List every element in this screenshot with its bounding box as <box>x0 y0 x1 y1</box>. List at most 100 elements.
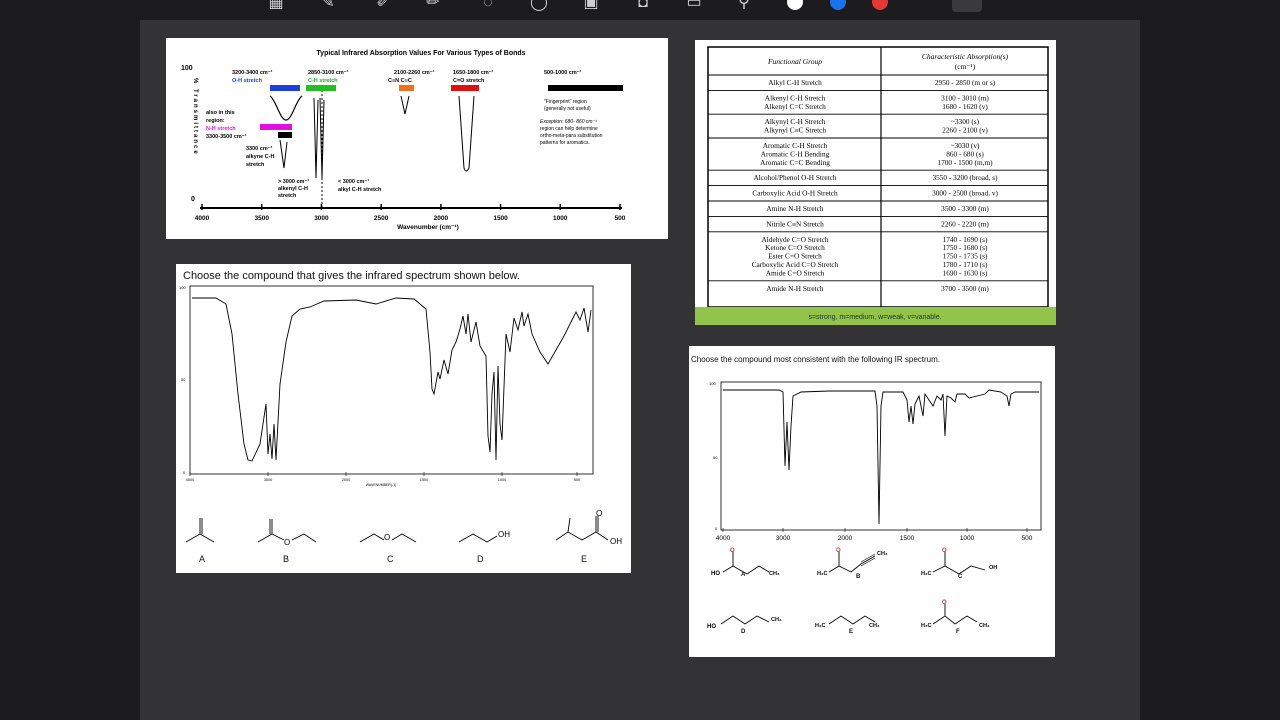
option-b-structure[interactable]: O <box>257 519 317 547</box>
table-footer: s=strong, m=medium, w=weak, v=variable. <box>808 314 941 321</box>
highlighter-icon[interactable]: ✏ <box>422 0 444 14</box>
lasso-icon[interactable]: ◌ <box>477 0 499 14</box>
svg-text:O: O <box>836 548 841 554</box>
option-e-label[interactable]: E <box>581 554 587 564</box>
table-header-group: Functional Group <box>767 57 822 66</box>
image-icon[interactable]: ▣ <box>580 0 602 14</box>
svg-text:O: O <box>384 533 390 542</box>
also1: also in this <box>206 110 235 116</box>
ch-label: C-H stretch <box>308 78 338 84</box>
x-tick-label: 3500 <box>254 215 269 222</box>
x-tick-label: 1500 <box>493 215 508 222</box>
svg-text:CH₃: CH₃ <box>769 571 780 577</box>
link-icon[interactable]: ⚲ <box>733 0 755 14</box>
pen-icon[interactable]: ✎ <box>317 0 339 14</box>
alkyl1: < 3000 cm⁻¹ <box>338 178 369 185</box>
fp-band <box>548 85 623 91</box>
alkyne3: stretch <box>246 162 265 168</box>
option-e-structure[interactable]: O OH <box>555 509 622 546</box>
q2-option-d-structure[interactable]: HO CH₃ <box>707 615 782 630</box>
camera-icon[interactable]: ◘ <box>632 0 654 14</box>
table-cell-group: Alkynyl C≡C Stretch <box>764 126 826 135</box>
q2-option-e-label[interactable]: E <box>849 629 853 635</box>
triple-band <box>399 85 414 91</box>
table-svg: Functional Group Characteristic Absorpti… <box>695 46 1056 325</box>
q2-x-tick-label: 2000 <box>838 535 853 542</box>
option-a-structure[interactable] <box>185 518 215 543</box>
x-tick-label: 2500 <box>374 215 389 222</box>
q2-option-b-label[interactable]: B <box>856 574 860 580</box>
y-axis-label: % Transmittance <box>192 78 198 156</box>
q2-option-f-label[interactable]: F <box>956 629 960 635</box>
text-icon[interactable]: ▭ <box>683 0 705 14</box>
option-d-label[interactable]: D <box>477 554 484 564</box>
svg-text:H₃C: H₃C <box>815 623 826 629</box>
q2-option-c-label[interactable]: C <box>958 574 962 580</box>
fp-note1: "Fingerprint" region <box>544 99 587 105</box>
eraser-icon[interactable]: ✐ <box>372 0 394 14</box>
alkenyl1: > 3000 cm⁻¹ <box>278 178 309 185</box>
q2-option-a-label[interactable]: A <box>741 572 745 578</box>
table-cell-group: Alkenyl C=C Stretch <box>764 102 826 111</box>
option-c-structure[interactable]: O <box>359 533 417 543</box>
color-red-swatch[interactable] <box>872 0 888 10</box>
q1-x-tick-label: 4000 <box>186 478 194 482</box>
q2-option-c-structure[interactable]: H₃C O OH <box>921 548 997 577</box>
svg-text:CH₃: CH₃ <box>771 617 782 623</box>
table-cell-group: Amide C=O Stretch <box>766 268 825 277</box>
option-c-label[interactable]: C <box>387 554 394 564</box>
exc4: patterns for aromatics. <box>540 140 590 146</box>
exc3: ortho-meta-para substitution <box>540 133 603 139</box>
fp-note2: (generally not useful) <box>544 106 591 112</box>
q2-option-b-structure[interactable]: H₃C O CH₃ <box>817 548 888 577</box>
nh-range: 3300-3500 cm⁻¹ <box>206 133 247 140</box>
q2-option-a-structure[interactable]: HO O CH₃ <box>711 548 780 577</box>
table-cell-group: Amine N-H Stretch <box>766 204 823 213</box>
option-d-structure[interactable]: OH <box>458 530 510 543</box>
q1-x-tick-label: 500 <box>574 478 580 482</box>
q1-y-mid: 50 <box>181 377 186 382</box>
q1-plot-frame <box>189 285 594 475</box>
table-cell-group: Carboxylic Acid O-H Stretch <box>752 189 838 198</box>
q1-x-tick-label: 3000 <box>264 478 272 482</box>
svg-text:CH₃: CH₃ <box>877 551 888 557</box>
alkenyl3: stretch <box>278 193 297 199</box>
table-cell-absorption: 2260 - 2100 (v) <box>942 126 988 135</box>
q2-option-e-structure[interactable]: H₃C CH₃ <box>815 615 880 629</box>
option-b-label[interactable]: B <box>283 554 289 564</box>
alkyne2: alkyne C-H <box>246 154 274 160</box>
svg-text:OH: OH <box>989 565 997 571</box>
x-tick-label: 500 <box>615 215 626 222</box>
alkyne1: 3300 cm⁻¹ <box>246 145 273 152</box>
table-cell-absorption: 3550 - 3200 (broad, s) <box>932 173 998 182</box>
q2-option-f-structure[interactable]: H₃C O CH₃ <box>921 600 990 629</box>
oh-band <box>270 85 300 91</box>
x-tick-label: 4000 <box>195 215 210 222</box>
y-top-label: 100 <box>181 65 193 72</box>
option-d-oh: OH <box>498 530 510 539</box>
exc1: Exception: 680- 860 cm⁻¹ <box>540 119 597 125</box>
table-cell-absorption: 1690 - 1630 (s) <box>943 268 988 277</box>
color-white-swatch[interactable] <box>787 0 803 10</box>
more-icon[interactable] <box>952 0 982 12</box>
option-e-oh: OH <box>610 537 622 546</box>
option-a-label[interactable]: A <box>199 554 205 564</box>
svg-text:H₃C: H₃C <box>817 571 828 577</box>
ir-reference-svg: Typical Infrared Absorption Values For V… <box>181 50 626 231</box>
y-bottom-label: 0 <box>191 196 195 203</box>
question-2-svg: 100 50 0 4000 3000 2000 1500 1000 500 HO O CH… <box>707 381 1042 630</box>
q1-y-top: 100 <box>179 285 186 290</box>
question-1-card: Choose the compound that gives the infra… <box>176 264 631 573</box>
shapes-icon[interactable]: ◯ <box>528 0 550 14</box>
svg-text:O: O <box>942 548 947 554</box>
q2-x-tick-label: 500 <box>1022 535 1033 542</box>
alkyne-peak <box>279 139 288 169</box>
x-tick-label: 2000 <box>434 215 449 222</box>
table-cell-group: Aromatic C=C Bending <box>760 158 830 167</box>
q2-option-d-label[interactable]: D <box>741 629 745 635</box>
triple-label: C≡N C≡C <box>388 78 412 84</box>
table-cell-absorption: 2260 - 2220 (m) <box>941 219 989 228</box>
grid-icon[interactable]: ▦ <box>265 0 287 14</box>
q1-x-ticks: 4000 3000 2000 1500 1000 500 <box>186 472 580 482</box>
color-blue-swatch[interactable] <box>830 0 846 10</box>
